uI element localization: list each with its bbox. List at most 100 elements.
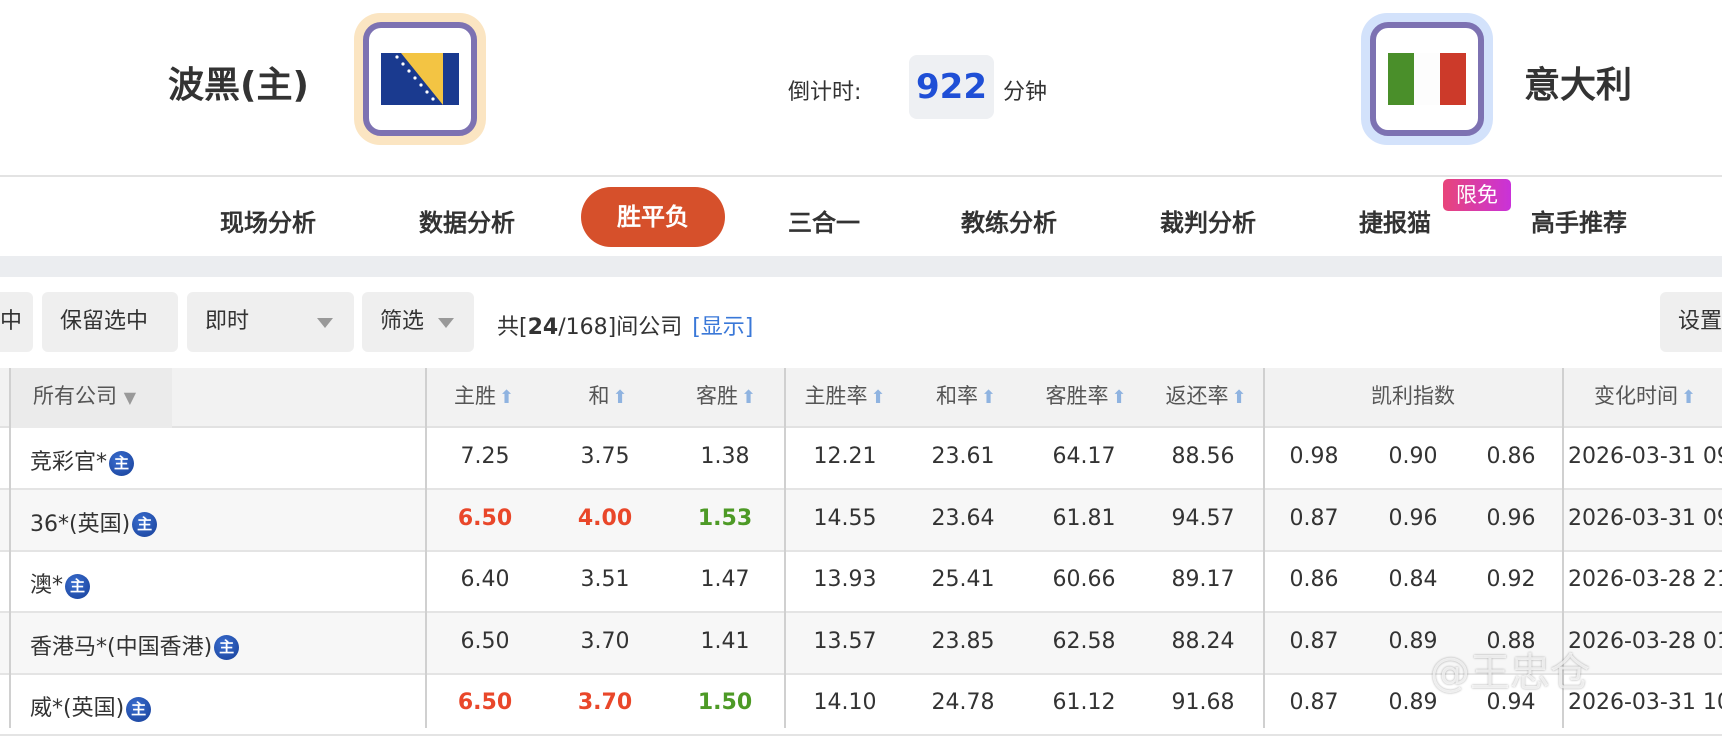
home-badge-icon: 主 xyxy=(132,512,158,538)
cell-home-rate: 13.57 xyxy=(813,628,877,654)
cell-home: 6.40 xyxy=(460,567,510,593)
company-name[interactable]: 36*(英国) 主 xyxy=(30,506,158,538)
sort-up-icon: ⬆ xyxy=(1680,387,1697,408)
cell-k2: 0.96 xyxy=(1388,505,1438,531)
sort-return-rate[interactable]: 返还率 ⬆ xyxy=(1165,380,1246,410)
header-label: 和率 xyxy=(935,384,978,408)
header-label: 客胜率 xyxy=(1045,384,1109,408)
sort-up-icon: ⬆ xyxy=(870,387,886,408)
sort-draw[interactable]: 和 ⬆ xyxy=(588,380,627,410)
sort-time[interactable]: 变化时间 ⬆ xyxy=(1594,380,1696,410)
company-name[interactable]: 澳* 主 xyxy=(30,567,91,599)
mode-select-value: 即时 xyxy=(205,309,250,334)
filter-label: 筛选 xyxy=(380,309,425,334)
tab-jiebaomao[interactable]: 捷报猫 xyxy=(1359,203,1431,238)
company-name[interactable]: 香港马*(中国香港) 主 xyxy=(30,629,240,661)
away-team-name: 意大利 xyxy=(1524,65,1633,106)
column-divider xyxy=(784,368,786,728)
cell-draw: 3.70 xyxy=(577,690,633,716)
column-divider xyxy=(9,368,11,728)
cell-home: 6.50 xyxy=(457,505,513,531)
italy-flag-icon xyxy=(1388,53,1466,105)
select-button[interactable]: 中 xyxy=(0,292,33,352)
cell-k1: 0.87 xyxy=(1289,690,1339,716)
home-badge-icon: 主 xyxy=(126,696,152,722)
cell-home-rate: 14.55 xyxy=(813,505,877,531)
show-link[interactable]: [显示] xyxy=(692,315,753,340)
tab-three-in-one[interactable]: 三合一 xyxy=(788,203,860,238)
filter-button[interactable]: 筛选 xyxy=(362,292,474,352)
company-label: 香港马*(中国香港) xyxy=(30,634,213,660)
tab-live-analysis[interactable]: 现场分析 xyxy=(220,203,316,238)
company-label: 36*(英国) xyxy=(30,511,131,537)
cell-home: 6.50 xyxy=(457,690,513,716)
count-prefix: 共[ xyxy=(497,315,528,340)
cell-return-rate: 88.24 xyxy=(1171,628,1235,654)
cell-k3: 0.96 xyxy=(1486,505,1536,531)
cell-draw-rate: 24.78 xyxy=(931,690,995,716)
header-label: 主胜率 xyxy=(804,384,868,408)
header-label: 返还率 xyxy=(1165,384,1229,408)
home-badge-icon: 主 xyxy=(214,635,240,661)
cell-draw: 3.75 xyxy=(580,444,630,469)
cell-away-rate: 61.81 xyxy=(1052,505,1116,531)
tab-referee-analysis[interactable]: 裁判分析 xyxy=(1160,203,1256,238)
cell-return-rate: 88.56 xyxy=(1171,444,1235,469)
cell-change-time: 2026-03-31 09 xyxy=(1568,444,1722,469)
cell-draw: 3.70 xyxy=(580,628,630,654)
column-divider xyxy=(425,368,427,728)
cell-k1: 0.86 xyxy=(1289,567,1339,593)
tab-data-analysis[interactable]: 数据分析 xyxy=(419,203,515,238)
cell-draw-rate: 23.61 xyxy=(931,444,995,469)
cell-away: 1.38 xyxy=(700,444,750,469)
cell-away-rate: 60.66 xyxy=(1052,567,1116,593)
header-divider xyxy=(0,175,1722,177)
home-team-name: 波黑(主) xyxy=(168,65,309,106)
cell-away-rate: 61.12 xyxy=(1052,690,1116,716)
header-label: 客胜 xyxy=(695,384,738,408)
sort-home-rate[interactable]: 主胜率 ⬆ xyxy=(804,380,885,410)
away-flag-badge[interactable] xyxy=(1361,13,1493,145)
home-flag-badge[interactable] xyxy=(354,13,486,145)
cell-k1: 0.87 xyxy=(1289,505,1339,531)
bosnia-flag-icon xyxy=(381,53,459,105)
column-divider xyxy=(1263,368,1265,728)
chevron-down-icon: ▼ xyxy=(123,388,136,407)
section-separator xyxy=(0,256,1722,277)
cell-draw-rate: 23.64 xyxy=(931,505,995,531)
sort-away-rate[interactable]: 客胜率 ⬆ xyxy=(1045,380,1126,410)
cell-home-rate: 12.21 xyxy=(813,444,877,469)
company-filter-dropdown[interactable]: 所有公司 ▼ xyxy=(33,380,136,410)
header-label: 主胜 xyxy=(453,384,496,408)
company-header-label: 所有公司 xyxy=(33,384,117,408)
home-badge-icon: 主 xyxy=(65,573,91,599)
cell-away: 1.50 xyxy=(697,690,753,716)
company-name[interactable]: 威*(英国) 主 xyxy=(30,690,152,722)
sort-home[interactable]: 主胜 ⬆ xyxy=(454,380,514,410)
countdown-unit: 分钟 xyxy=(1003,80,1048,105)
cell-return-rate: 94.57 xyxy=(1171,505,1235,531)
tab-coach-analysis[interactable]: 教练分析 xyxy=(961,203,1057,238)
cell-return-rate: 91.68 xyxy=(1171,690,1235,716)
cell-away: 1.53 xyxy=(697,505,753,531)
cell-home-rate: 13.93 xyxy=(813,567,877,593)
count-shown: 24 xyxy=(527,315,559,340)
weibo-watermark: @王忠仓 xyxy=(1430,650,1590,696)
cell-change-time: 2026-03-28 01 xyxy=(1568,628,1722,654)
count-total: /168 xyxy=(558,315,608,340)
free-badge: 限免 xyxy=(1443,179,1511,211)
cell-away-rate: 64.17 xyxy=(1052,444,1116,469)
cell-draw-rate: 23.85 xyxy=(931,628,995,654)
tab-win-draw-lose[interactable]: 胜平负 xyxy=(581,187,725,247)
tab-expert-picks[interactable]: 高手推荐 xyxy=(1531,203,1627,238)
cell-draw-rate: 25.41 xyxy=(931,567,995,593)
sort-away[interactable]: 客胜 ⬆ xyxy=(696,380,756,410)
header-label: 和 xyxy=(588,384,610,408)
cell-k1: 0.87 xyxy=(1289,628,1339,654)
cell-return-rate: 89.17 xyxy=(1171,567,1235,593)
sort-draw-rate[interactable]: 和率 ⬆ xyxy=(936,380,996,410)
company-name[interactable]: 竞彩官* 主 xyxy=(30,444,135,476)
mode-select[interactable]: 即时 xyxy=(187,292,354,352)
keep-selected-button[interactable]: 保留选中 xyxy=(42,292,178,352)
settings-button[interactable]: 设置 xyxy=(1660,292,1722,352)
